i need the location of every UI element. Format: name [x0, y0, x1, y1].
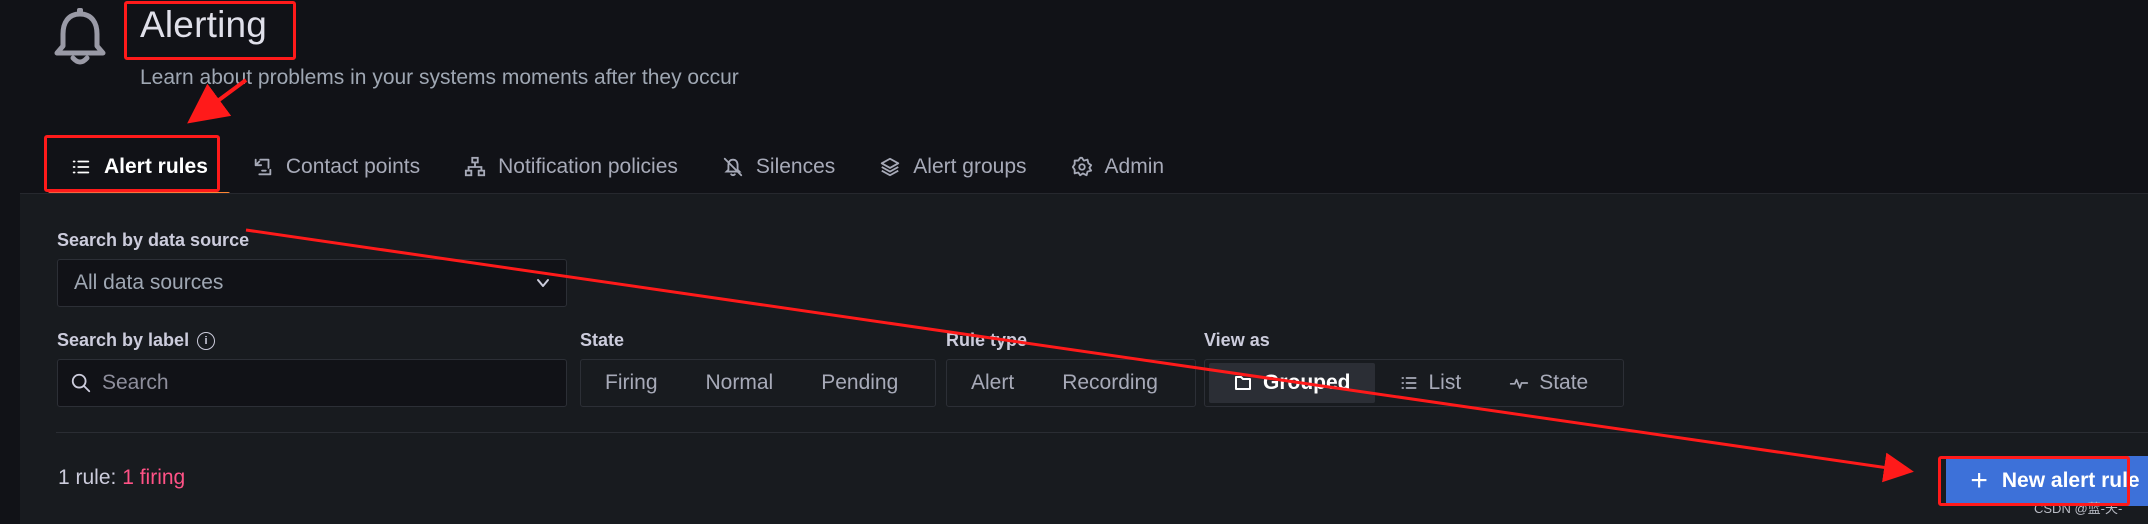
- annotation-box-new-rule: [1938, 456, 2130, 506]
- state-option-pending[interactable]: Pending: [797, 363, 922, 403]
- annotation-box-title: [124, 1, 296, 60]
- cog-icon: [1071, 156, 1092, 177]
- rule-type-label: Rule type: [946, 330, 1028, 350]
- search-placeholder: Search: [102, 371, 169, 394]
- annotation-box-alert-rules-tab: [44, 135, 220, 192]
- rule-count-text: 1 rule:: [58, 466, 123, 489]
- rules-panel: Search by data source All data sources S…: [20, 193, 2148, 524]
- datasource-select[interactable]: All data sources: [57, 259, 567, 307]
- tab-label: Silences: [755, 155, 836, 178]
- view-option-label: State: [1539, 371, 1589, 394]
- tab-notification-policies[interactable]: Notification policies: [442, 140, 700, 194]
- bell-slash-icon: [723, 157, 743, 177]
- info-icon[interactable]: i: [197, 331, 216, 350]
- rule-type-option-alert[interactable]: Alert: [947, 363, 1038, 403]
- chevron-down-icon: [537, 279, 549, 287]
- state-option-firing[interactable]: Firing: [581, 363, 682, 403]
- tab-contact-points[interactable]: Contact points: [230, 140, 442, 194]
- view-option-grouped[interactable]: Grouped: [1209, 363, 1375, 403]
- view-option-label: Grouped: [1263, 371, 1351, 394]
- tab-admin[interactable]: Admin: [1049, 140, 1187, 194]
- view-option-list[interactable]: List: [1375, 363, 1486, 403]
- view-as-label: View as: [1204, 330, 1270, 350]
- state-option-normal[interactable]: Normal: [682, 363, 798, 403]
- layer-group-icon: [881, 157, 900, 177]
- rule-summary: 1 rule: 1 firing: [58, 466, 185, 490]
- bell-icon: [54, 8, 106, 65]
- datasource-label: Search by data source: [57, 230, 250, 250]
- label-search-label: Search by label i: [57, 330, 216, 351]
- datasource-value: All data sources: [74, 271, 224, 294]
- search-icon: [71, 373, 91, 393]
- divider: [56, 432, 2148, 433]
- view-as-group: Grouped List State: [1204, 359, 1624, 407]
- firing-count[interactable]: 1 firing: [122, 466, 185, 489]
- contact-points-icon: [254, 158, 272, 176]
- tab-label: Alert groups: [913, 155, 1027, 178]
- alerting-page: Alerting Learn about problems in your sy…: [0, 0, 2148, 524]
- list-icon: [1401, 377, 1416, 389]
- folder-icon: [1235, 376, 1251, 390]
- rule-type-filter-group: Alert Recording: [946, 359, 1196, 407]
- tab-label: Notification policies: [498, 155, 678, 178]
- heartbeat-icon: [1510, 378, 1529, 389]
- label-search-input[interactable]: Search: [57, 359, 567, 407]
- view-option-state[interactable]: State: [1485, 363, 1612, 403]
- state-filter-group: Firing Normal Pending: [580, 359, 936, 407]
- page-subtitle: Learn about problems in your systems mom…: [140, 66, 739, 89]
- sitemap-icon: [465, 156, 486, 177]
- label-search-text: Search by label: [57, 330, 190, 350]
- tab-alert-groups[interactable]: Alert groups: [857, 140, 1048, 194]
- tab-label: Admin: [1104, 155, 1165, 178]
- view-option-label: List: [1428, 371, 1462, 394]
- tab-silences[interactable]: Silences: [700, 140, 857, 194]
- rule-type-option-recording[interactable]: Recording: [1038, 363, 1182, 403]
- state-label: State: [580, 330, 625, 350]
- tab-label: Contact points: [285, 155, 421, 178]
